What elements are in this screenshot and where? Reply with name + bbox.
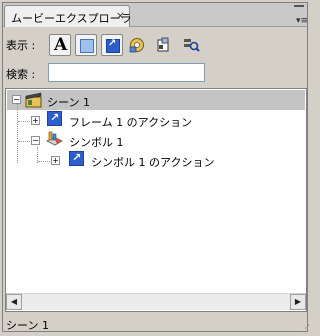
collapse-panel-button[interactable] [294,5,304,10]
customize-icon [184,39,200,52]
symbol-icon [80,39,94,53]
show-video-sound-bitmaps-button[interactable] [126,34,148,56]
collapse-scene-toggle[interactable]: − [12,95,21,104]
tree-guide-line [17,103,18,163]
search-input[interactable] [48,63,205,82]
expand-symbol-actions-toggle[interactable]: + [51,156,60,165]
text-icon: A [54,35,68,55]
show-text-button[interactable]: A [49,34,71,56]
search-label: 検索 : [6,68,36,81]
action-script-icon: ↗ [69,151,84,166]
horizontal-scrollbar[interactable]: ◀ ▶ [6,293,306,310]
action-script-icon: ↗ [47,111,62,126]
tab-title: ムービーエクスプローラ [11,12,132,25]
resize-grip-icon[interactable]: ⋰ [301,324,310,334]
media-icon [129,38,144,53]
tree-label-symbol[interactable]: シンボル 1 [69,134,124,150]
scroll-right-button[interactable]: ▶ [290,294,306,310]
scroll-left-button[interactable]: ◀ [6,294,22,310]
customize-filter-button[interactable] [180,34,202,56]
show-frames-layers-button[interactable] [153,34,175,56]
scene-icon [25,91,43,111]
close-icon[interactable]: × [116,9,125,22]
expand-frame-actions-toggle[interactable]: + [31,116,40,125]
action-script-icon: ↗ [106,38,120,53]
show-actionscript-button[interactable]: ↗ [101,34,123,56]
tab-movie-explorer[interactable]: ムービーエクスプローラ × [4,5,132,27]
show-buttons-movieclips-graphics-button[interactable] [75,34,97,56]
status-path: シーン 1 [6,319,49,332]
panel-options-menu-icon[interactable]: ▾≡ [296,16,308,26]
status-bar: シーン 1 [3,313,307,332]
show-label: 表示 : [6,39,36,52]
frames-layers-icon [157,37,169,52]
tree-label-frame-actions[interactable]: フレーム 1 のアクション [69,114,192,130]
collapse-symbol-toggle[interactable]: − [31,136,40,145]
movieclip-symbol-icon [45,130,64,152]
movie-tree[interactable]: − シーン 1 + ↗ フレーム 1 のアクション − シンボル 1 + ↗ シ… [5,88,307,312]
tree-label-scene: シーン 1 [47,96,90,109]
tree-label-symbol-actions[interactable]: シンボル 1 のアクション [91,154,214,170]
